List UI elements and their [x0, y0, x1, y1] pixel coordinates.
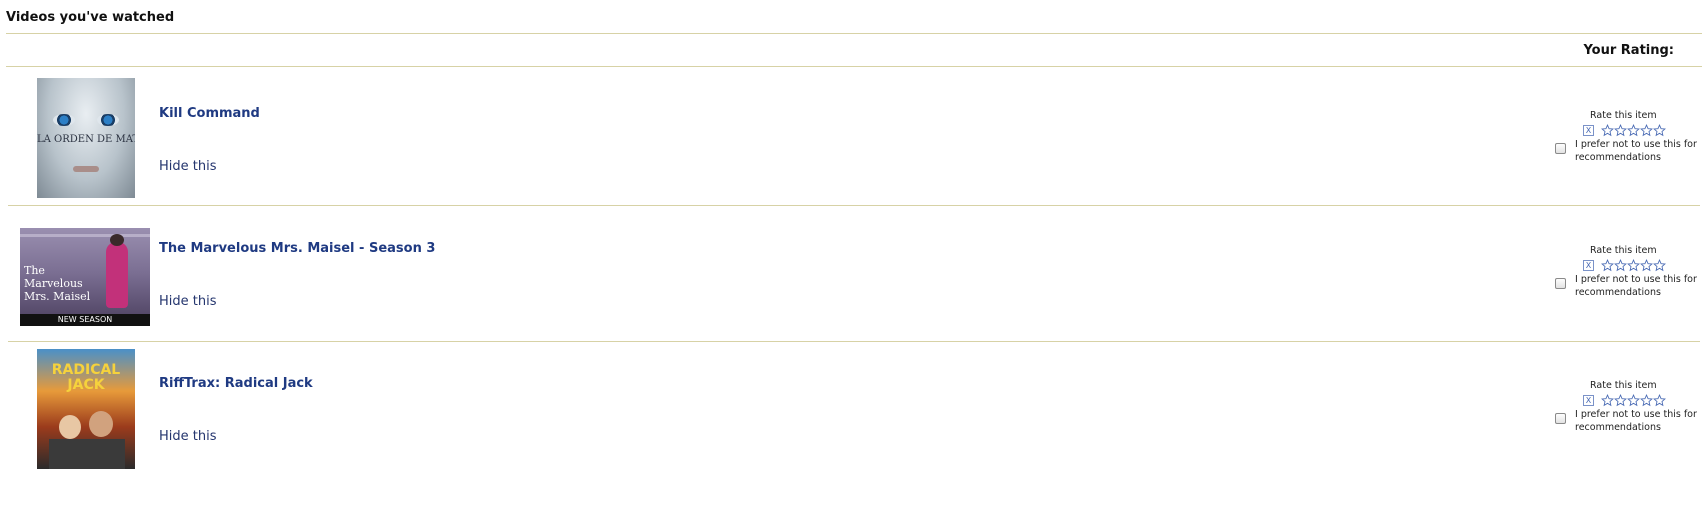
star-icon[interactable]	[1614, 259, 1627, 272]
item-title-link[interactable]: The Marvelous Mrs. Maisel - Season 3	[159, 241, 435, 256]
list-item: RADICAL JACK RiffTrax: Radical Jack Hide…	[0, 346, 1702, 481]
prefer-not-checkbox[interactable]	[1555, 413, 1566, 424]
rate-label: Rate this item	[1590, 110, 1657, 121]
rate-label: Rate this item	[1590, 245, 1657, 256]
item-title-link[interactable]: RiffTrax: Radical Jack	[159, 376, 313, 391]
poster-image[interactable]: RADICAL JACK	[37, 349, 135, 469]
poster-band: NEW SEASON	[20, 314, 150, 326]
star-rating	[1601, 257, 1666, 272]
row-divider	[8, 205, 1700, 206]
star-icon[interactable]	[1640, 394, 1653, 407]
hide-item-link[interactable]: Hide this	[159, 294, 217, 309]
hide-item-link[interactable]: Hide this	[159, 429, 217, 444]
star-icon[interactable]	[1653, 259, 1666, 272]
prefer-not-checkbox[interactable]	[1555, 278, 1566, 289]
prefer-not-label: I prefer not to use this for recommendat…	[1575, 274, 1697, 298]
poster-title: LA ORDEN DE MATAR	[37, 134, 135, 145]
star-icon[interactable]	[1640, 259, 1653, 272]
hide-item-link[interactable]: Hide this	[159, 159, 217, 174]
star-rating	[1601, 392, 1666, 407]
prefer-not-label: I prefer not to use this for recommendat…	[1575, 409, 1697, 433]
list-item: The Marvelous Mrs. Maisel NEW SEASON The…	[0, 215, 1702, 350]
row-divider	[8, 341, 1700, 342]
clear-rating-icon[interactable]: X	[1583, 260, 1594, 271]
poster-image[interactable]: LA ORDEN DE MATAR	[37, 78, 135, 198]
star-icon[interactable]	[1627, 394, 1640, 407]
star-icon[interactable]	[1614, 124, 1627, 137]
star-icon[interactable]	[1627, 124, 1640, 137]
poster-title: RADICAL JACK	[51, 363, 121, 393]
list-item: LA ORDEN DE MATAR Kill Command Hide this…	[0, 70, 1702, 205]
prefer-not-label: I prefer not to use this for recommendat…	[1575, 139, 1697, 163]
star-icon[interactable]	[1653, 394, 1666, 407]
star-icon[interactable]	[1640, 124, 1653, 137]
star-icon[interactable]	[1614, 394, 1627, 407]
header-divider	[6, 33, 1702, 34]
star-icon[interactable]	[1601, 259, 1614, 272]
clear-rating-icon[interactable]: X	[1583, 125, 1594, 136]
poster-image[interactable]: The Marvelous Mrs. Maisel NEW SEASON	[20, 228, 150, 326]
star-icon[interactable]	[1601, 394, 1614, 407]
poster-title: The Marvelous Mrs. Maisel	[24, 264, 91, 303]
clear-rating-icon[interactable]: X	[1583, 395, 1594, 406]
star-icon[interactable]	[1601, 124, 1614, 137]
star-icon[interactable]	[1653, 124, 1666, 137]
column-header-divider	[6, 66, 1702, 67]
star-icon[interactable]	[1627, 259, 1640, 272]
prefer-not-checkbox[interactable]	[1555, 143, 1566, 154]
star-rating	[1601, 122, 1666, 137]
item-title-link[interactable]: Kill Command	[159, 106, 260, 121]
rate-label: Rate this item	[1590, 380, 1657, 391]
rating-column-label: Your Rating:	[1583, 43, 1674, 58]
page-title: Videos you've watched	[6, 10, 175, 25]
